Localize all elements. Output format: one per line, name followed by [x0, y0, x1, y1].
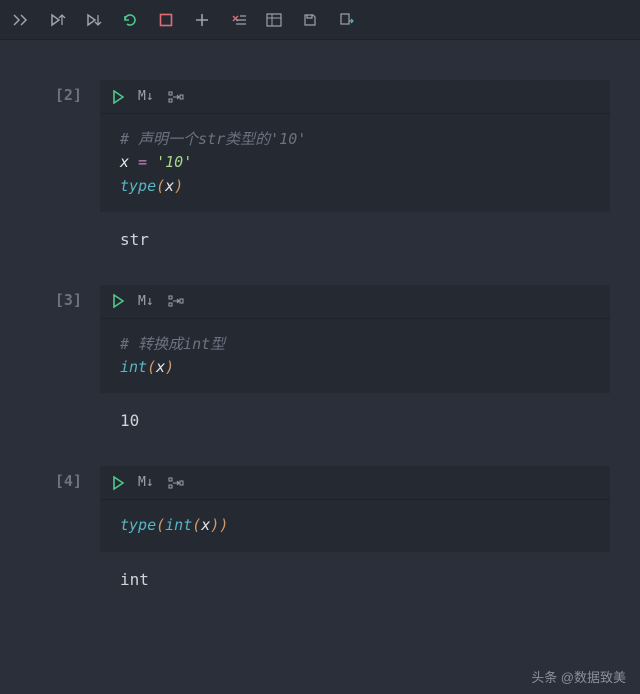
cell: [3] M↓ # 转换成int型 int(x) 10: [0, 285, 640, 437]
code-paren: (: [192, 516, 201, 534]
save-icon[interactable]: [300, 10, 320, 30]
watermark-text: 头条 @数据致美: [531, 667, 626, 686]
run-cell-icon[interactable]: [112, 90, 124, 104]
add-cell-icon[interactable]: [192, 10, 212, 30]
cell-execution-count: [2]: [0, 80, 100, 255]
cell: [4] M↓ type(int(x)) int: [0, 466, 640, 594]
cell-output: int: [100, 552, 610, 595]
code-paren: (: [147, 358, 156, 376]
cell-output: str: [100, 212, 610, 255]
code-editor[interactable]: # 声明一个str类型的'10' x = '10' type(x): [100, 114, 610, 212]
code-arg: x: [201, 516, 210, 534]
code-paren: ): [165, 358, 174, 376]
cell-output: 10: [100, 393, 610, 436]
clear-output-icon[interactable]: [228, 10, 248, 30]
split-cell-icon[interactable]: [168, 90, 184, 104]
code-paren: (: [156, 177, 165, 195]
run-below-icon[interactable]: [84, 10, 104, 30]
cell-toolbar: M↓: [100, 466, 610, 500]
run-above-icon[interactable]: [48, 10, 68, 30]
code-comment: # 声明一个str类型的'10': [120, 130, 306, 148]
markdown-toggle[interactable]: M↓: [138, 89, 154, 104]
stop-icon[interactable]: [156, 10, 176, 30]
run-cell-icon[interactable]: [112, 476, 124, 490]
code-paren: (: [156, 516, 165, 534]
code-op: =: [129, 153, 156, 171]
run-cell-icon[interactable]: [112, 294, 124, 308]
code-arg: x: [165, 177, 174, 195]
cell-execution-count: [4]: [0, 466, 100, 594]
restart-icon[interactable]: [120, 10, 140, 30]
markdown-toggle[interactable]: M↓: [138, 475, 154, 490]
code-var: x: [120, 153, 129, 171]
code-editor[interactable]: # 转换成int型 int(x): [100, 319, 610, 394]
cell-toolbar: M↓: [100, 80, 610, 114]
code-func: type: [120, 516, 156, 534]
code-arg: x: [156, 358, 165, 376]
split-cell-icon[interactable]: [168, 294, 184, 308]
code-func: int: [165, 516, 192, 534]
cell: [2] M↓ # 声明一个str类型的'10' x = '10' type(x)…: [0, 80, 640, 255]
export-icon[interactable]: [336, 10, 356, 30]
code-paren: ): [210, 516, 219, 534]
markdown-toggle[interactable]: M↓: [138, 294, 154, 309]
main-toolbar: [0, 0, 640, 40]
notebook-body: [2] M↓ # 声明一个str类型的'10' x = '10' type(x)…: [0, 40, 640, 595]
cell-toolbar: M↓: [100, 285, 610, 319]
run-all-icon[interactable]: [12, 10, 32, 30]
code-paren: ): [174, 177, 183, 195]
code-func: type: [120, 177, 156, 195]
split-cell-icon[interactable]: [168, 476, 184, 490]
code-paren: ): [219, 516, 228, 534]
code-string: '10': [156, 153, 192, 171]
code-comment: # 转换成int型: [120, 335, 225, 353]
code-func: int: [120, 358, 147, 376]
cell-execution-count: [3]: [0, 285, 100, 437]
code-editor[interactable]: type(int(x)): [100, 500, 610, 551]
variables-icon[interactable]: [264, 10, 284, 30]
